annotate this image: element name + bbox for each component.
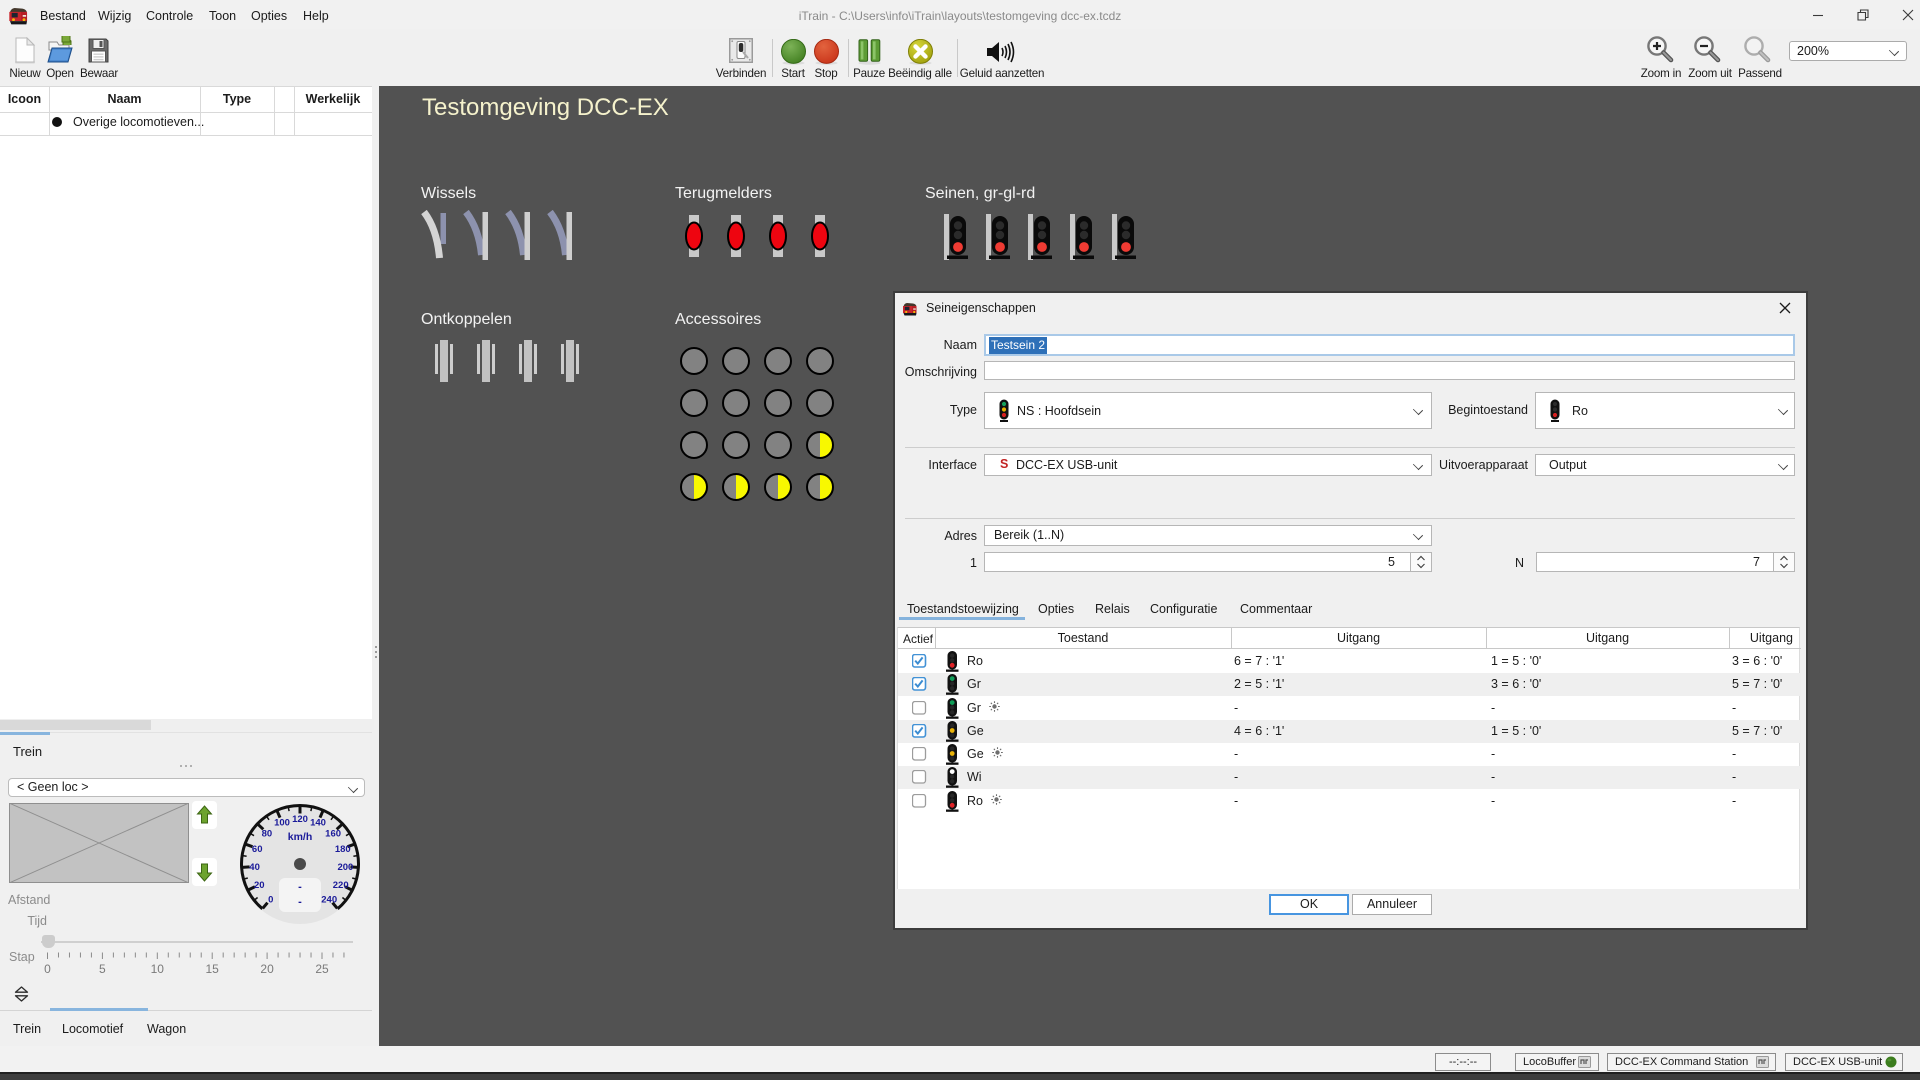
svg-text:220: 220 — [333, 880, 349, 891]
svg-text:160: 160 — [325, 828, 341, 839]
svg-text:-: - — [298, 896, 302, 908]
svg-text:100: 100 — [274, 818, 290, 829]
svg-text:80: 80 — [262, 828, 273, 839]
svg-text:-: - — [298, 881, 302, 893]
svg-text:0: 0 — [268, 894, 273, 905]
svg-text:180: 180 — [335, 844, 351, 855]
svg-text:200: 200 — [337, 862, 353, 873]
svg-text:km/h: km/h — [288, 831, 313, 843]
svg-text:120: 120 — [292, 814, 308, 825]
svg-text:240: 240 — [321, 894, 337, 905]
svg-text:140: 140 — [310, 818, 326, 829]
svg-text:40: 40 — [249, 862, 260, 873]
svg-text:20: 20 — [254, 880, 265, 891]
svg-text:60: 60 — [252, 844, 263, 855]
